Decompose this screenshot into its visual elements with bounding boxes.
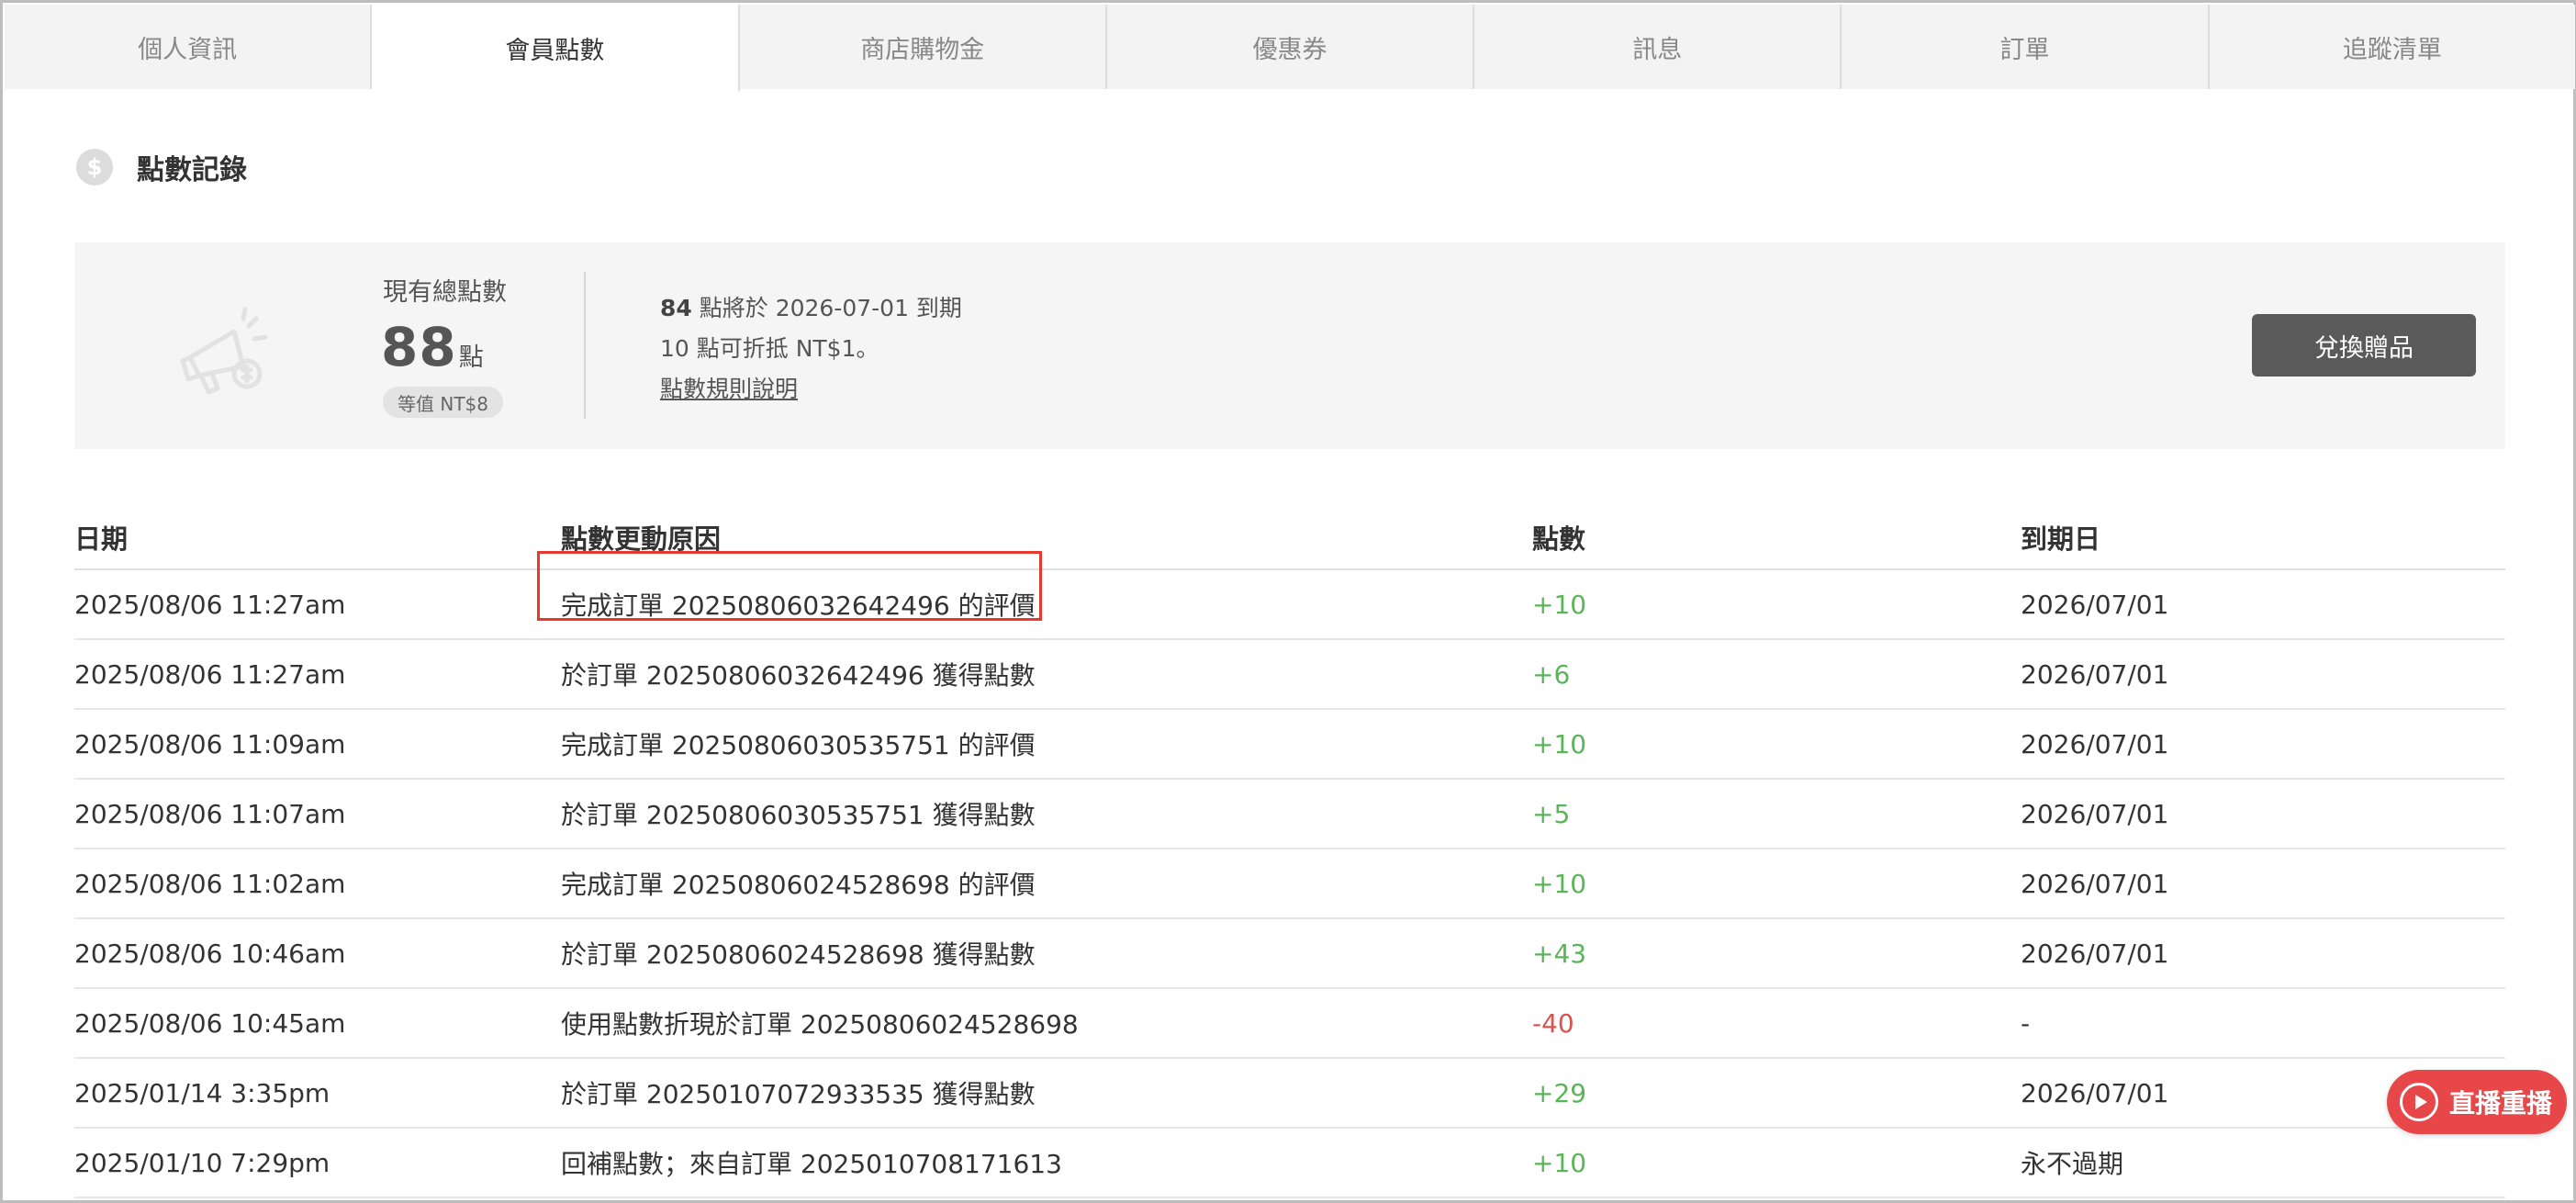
row-date: 2025/08/06 10:45am: [74, 1007, 346, 1039]
total-points-value: 88: [381, 316, 457, 378]
megaphone-icon: [180, 307, 268, 395]
dollar-coin-icon: $: [76, 149, 113, 186]
row-points: +10: [1532, 589, 1587, 620]
row-points: +43: [1532, 938, 1587, 969]
row-expiry: 永不過期: [2021, 1149, 2124, 1179]
header-points: 點數: [1532, 523, 1586, 555]
row-reason: 完成訂單 20250806030535751 的評價: [561, 730, 1036, 760]
page-frame: 個人資訊 會員點數 商店購物金 優惠券 訊息 訂單 追蹤清單 $ 點數記錄 現有…: [0, 0, 2576, 1203]
total-points: 88 點: [381, 316, 484, 378]
conversion-notice: 10 點可折抵 NT$1。: [660, 335, 879, 362]
row-date: 2025/08/06 11:02am: [74, 868, 346, 899]
table-row: 2025/08/06 11:09am 完成訂單 2025080603053575…: [74, 710, 2505, 780]
header-expiry: 到期日: [2021, 523, 2101, 555]
redeem-gift-button[interactable]: 兌換贈品: [2252, 314, 2476, 377]
row-reason: 回補點數；來自訂單 2025010708171613: [561, 1149, 1062, 1179]
tab-store-credit[interactable]: 商店購物金: [739, 5, 1107, 89]
summary-divider: [584, 272, 586, 419]
points-rules-link[interactable]: 點數規則說明: [660, 371, 798, 404]
table-row: 2025/08/06 11:27am 完成訂單 2025080603264249…: [74, 551, 2505, 640]
row-date: 2025/08/06 11:09am: [74, 728, 346, 759]
row-date: 2025/01/14 3:35pm: [74, 1077, 330, 1108]
table-header: 日期 點數更動原因 點數 到期日: [74, 506, 2505, 570]
row-expiry: 2026/07/01: [2021, 938, 2169, 969]
tab-wishlist[interactable]: 追蹤清單: [2209, 5, 2575, 89]
equivalent-value-badge: 等值 NT$8: [383, 387, 503, 418]
row-reason: 使用點數折現於訂單 20250806024528698: [561, 1009, 1079, 1040]
table-row: 2025/08/06 11:27am 於訂單 20250806032642496…: [74, 640, 2505, 710]
expiry-text: 點將於 2026-07-01 到期: [691, 295, 962, 321]
row-date: 2025/08/06 11:07am: [74, 798, 346, 829]
points-unit: 點: [458, 343, 484, 372]
row-reason: 於訂單 20250806032642496 獲得點數: [561, 660, 1036, 691]
table-row: 2025/08/06 10:45am 使用點數折現於訂單 20250806024…: [74, 989, 2505, 1059]
row-points: -40: [1532, 1007, 1574, 1039]
row-expiry: 2026/07/01: [2021, 868, 2169, 899]
table-row: 2025/01/14 3:35pm 於訂單 20250107072933535 …: [74, 1059, 2505, 1129]
points-history-table: 日期 點數更動原因 點數 到期日 2025/08/06 11:27am 完成訂單…: [74, 506, 2505, 1198]
live-replay-label: 直播重播: [2449, 1088, 2553, 1119]
expiring-points: 84: [660, 295, 692, 321]
row-points: +29: [1532, 1077, 1587, 1108]
row-date: 2025/08/06 11:27am: [74, 658, 346, 690]
member-tabs: 個人資訊 會員點數 商店購物金 優惠券 訊息 訂單 追蹤清單: [5, 5, 2575, 91]
row-expiry: 2026/07/01: [2021, 589, 2169, 620]
row-date: 2025/08/06 11:27am: [74, 589, 346, 620]
expiry-notice: 84 點將於 2026-07-01 到期: [660, 290, 962, 323]
row-points: +6: [1532, 658, 1571, 690]
row-expiry: -: [2021, 1007, 2031, 1039]
row-reason: 完成訂單 20250806032642496 的評價: [537, 551, 1532, 623]
header-date: 日期: [74, 523, 129, 555]
tab-coupons[interactable]: 優惠券: [1106, 5, 1475, 89]
total-points-label: 現有總點數: [383, 278, 507, 307]
table-row: 2025/08/06 11:07am 於訂單 20250806030535751…: [74, 780, 2505, 849]
row-points: +5: [1532, 798, 1571, 829]
row-expiry: 2026/07/01: [2021, 658, 2169, 690]
row-reason: 完成訂單 20250806024528698 的評價: [561, 870, 1036, 900]
tab-profile[interactable]: 個人資訊: [5, 5, 373, 89]
highlight-box: [537, 551, 1042, 621]
row-reason: 於訂單 20250806030535751 獲得點數: [561, 800, 1036, 830]
live-replay-button[interactable]: 直播重播: [2387, 1070, 2567, 1134]
row-reason: 於訂單 20250107072933535 獲得點數: [561, 1079, 1036, 1109]
section-title: 點數記錄: [137, 154, 247, 186]
row-reason: 於訂單 20250806024528698 獲得點數: [561, 939, 1036, 970]
play-circle-icon: [2400, 1083, 2438, 1121]
row-date: 2025/08/06 10:46am: [74, 938, 346, 969]
tab-member-points[interactable]: 會員點數: [372, 5, 740, 91]
row-points: +10: [1532, 868, 1587, 899]
row-expiry: 2026/07/01: [2021, 728, 2169, 759]
tab-messages[interactable]: 訊息: [1474, 5, 1842, 89]
tab-orders[interactable]: 訂單: [1842, 5, 2210, 89]
points-summary: 現有總點數 88 點 等值 NT$8 84 點將於 2026-07-01 到期 …: [74, 242, 2505, 449]
table-row: 2025/01/10 7:29pm 回補點數；來自訂單 202501070817…: [74, 1129, 2505, 1198]
row-points: +10: [1532, 1147, 1587, 1178]
row-date: 2025/01/10 7:29pm: [74, 1147, 330, 1178]
section-header: $ 點數記錄: [76, 148, 247, 186]
table-row: 2025/08/06 11:02am 完成訂單 2025080602452869…: [74, 849, 2505, 919]
row-points: +10: [1532, 728, 1587, 759]
row-expiry: 2026/07/01: [2021, 798, 2169, 829]
table-row: 2025/08/06 10:46am 於訂單 20250806024528698…: [74, 919, 2505, 989]
